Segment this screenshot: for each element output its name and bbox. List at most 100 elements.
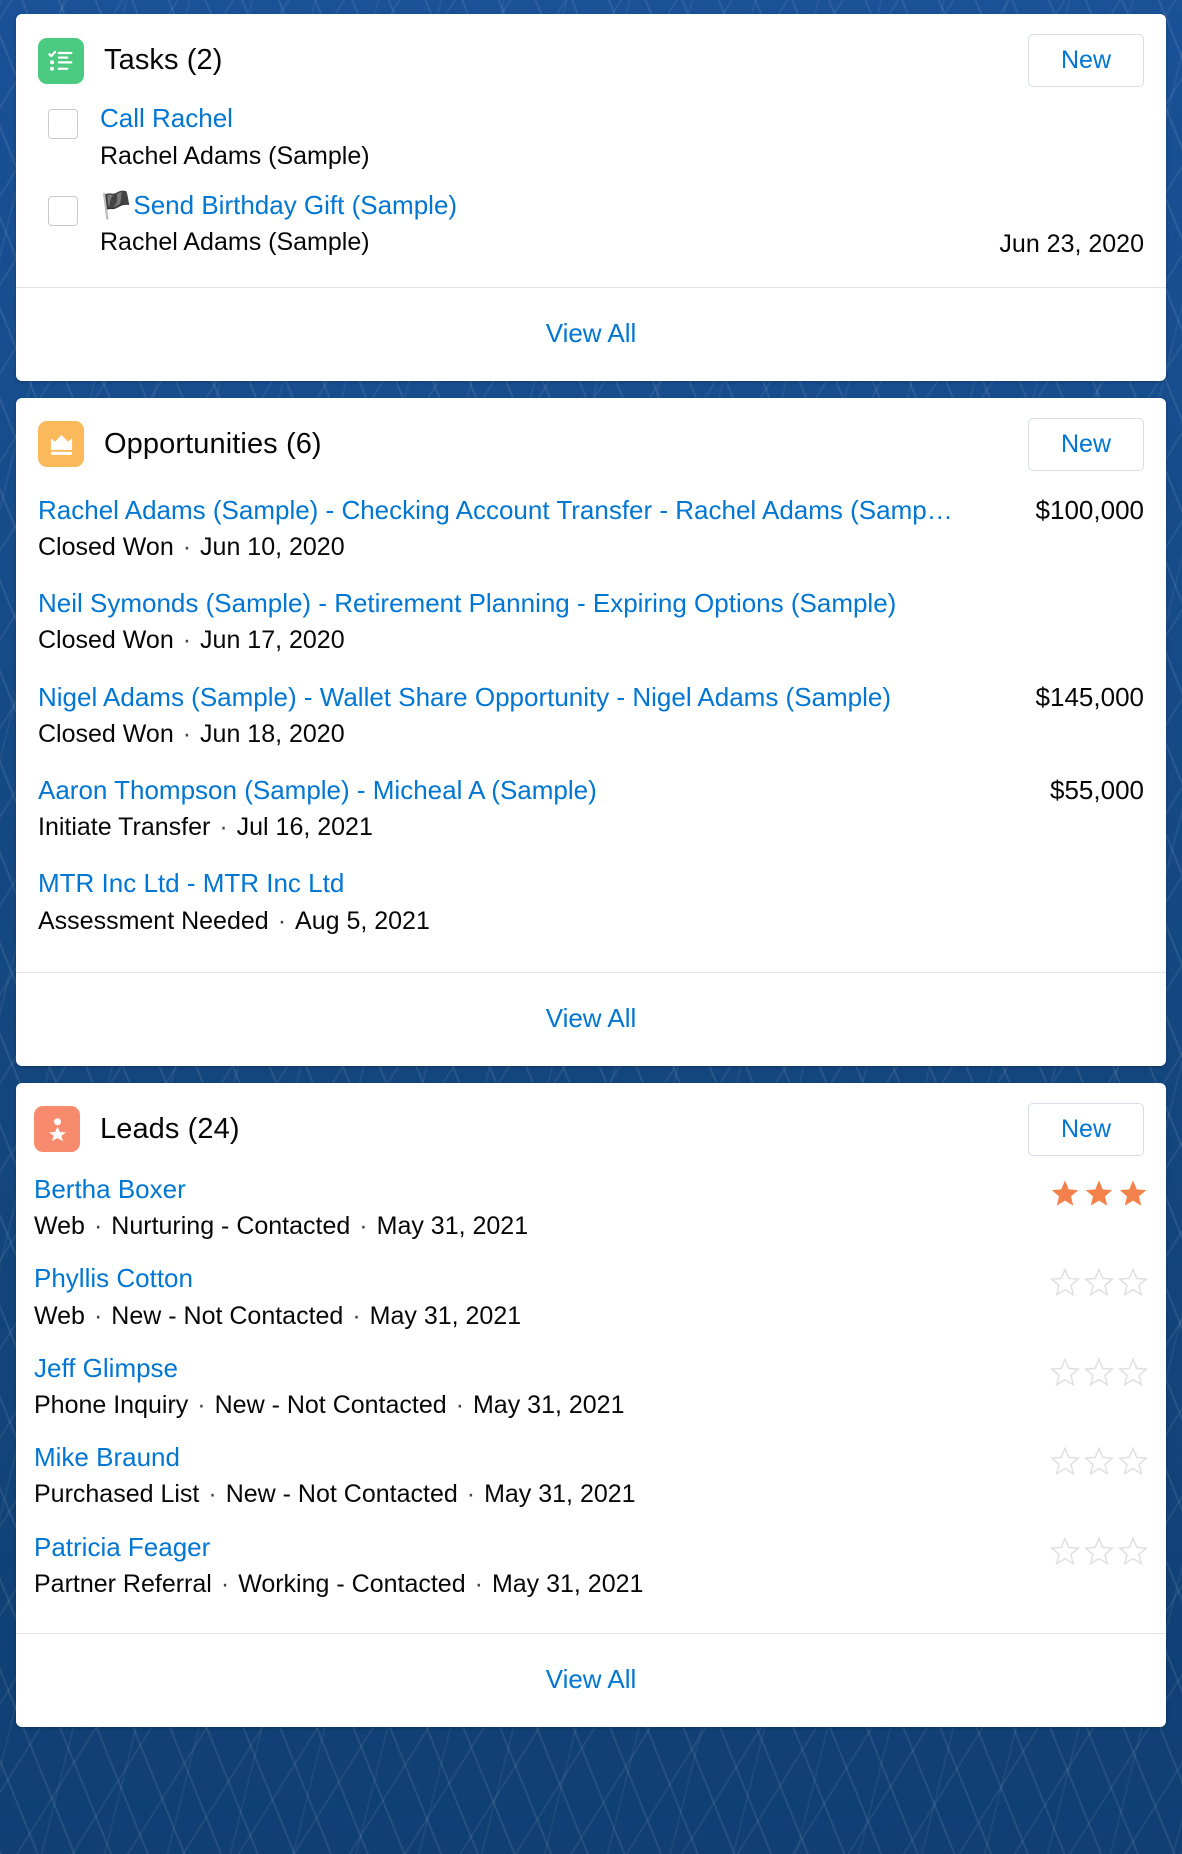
- task-content: 🏴Send Birthday Gift (Sample) Rachel Adam…: [100, 190, 981, 259]
- tasks-card: Tasks (2) New Call Rachel Rachel Adams (…: [16, 14, 1166, 381]
- lead-meta: Purchased List · New - Not Contacted · May 3…: [34, 1479, 1030, 1510]
- meta-separator: ·: [182, 626, 192, 655]
- lead-content: Jeff Glimpse Phone Inquiry · New - Not Con…: [34, 1353, 1030, 1421]
- opportunity-primary-line: Nigel Adams (Sample) - Wallet Share Oppo…: [38, 682, 1144, 713]
- lead-source: Purchased List: [34, 1480, 200, 1509]
- task-title-link[interactable]: 🏴Send Birthday Gift (Sample): [100, 190, 981, 222]
- opportunity-row[interactable]: Neil Symonds (Sample) - Retirement Plann…: [38, 576, 1144, 669]
- opportunity-date: Jun 18, 2020: [200, 719, 345, 748]
- star-icon[interactable]: [1050, 1536, 1080, 1566]
- lead-name-link[interactable]: Patricia Feager: [34, 1532, 1030, 1563]
- tasks-new-button[interactable]: New: [1027, 34, 1144, 87]
- star-icon[interactable]: [1118, 1446, 1148, 1476]
- star-icon[interactable]: [1084, 1536, 1114, 1566]
- lead-rating-stars[interactable]: [1050, 1442, 1148, 1476]
- crown-icon: [38, 421, 84, 468]
- lead-meta: Web · Nurturing - Contacted · May 31, 2021: [34, 1211, 1030, 1242]
- opportunity-row[interactable]: Aaron Thompson (Sample) - Micheal A (Sam…: [38, 763, 1144, 856]
- task-checkbox[interactable]: [48, 109, 78, 139]
- task-subtitle: Rachel Adams (Sample): [100, 228, 370, 257]
- lead-rating-stars[interactable]: [1050, 1174, 1148, 1208]
- leads-list: Bertha Boxer Web · Nurturing - Contacted · M…: [16, 1164, 1166, 1633]
- opportunity-row[interactable]: MTR Inc Ltd - MTR Inc Ltd Assessment Nee…: [38, 856, 1144, 949]
- opportunity-meta: Closed Won · Jun 17, 2020: [38, 625, 1144, 656]
- lead-status: Working - Contacted: [238, 1569, 466, 1598]
- leads-view-all-link[interactable]: View All: [16, 1634, 1166, 1727]
- lead-row[interactable]: Patricia Feager Partner Referral · Working…: [34, 1522, 1148, 1611]
- star-icon[interactable]: [1050, 1357, 1080, 1387]
- opportunity-row[interactable]: Nigel Adams (Sample) - Wallet Share Oppo…: [38, 670, 1144, 763]
- lead-name-link[interactable]: Bertha Boxer: [34, 1174, 1030, 1205]
- opportunity-name-link[interactable]: Aaron Thompson (Sample) - Micheal A (Sam…: [38, 775, 1050, 806]
- opportunity-amount: $145,000: [1035, 681, 1144, 712]
- lead-source: Web: [34, 1212, 85, 1241]
- star-icon[interactable]: [1118, 1536, 1148, 1566]
- opportunity-amount: $55,000: [1050, 775, 1144, 806]
- opportunity-stage: Assessment Needed: [38, 906, 269, 935]
- task-title-link[interactable]: Call Rachel: [100, 103, 1126, 135]
- star-icon[interactable]: [1118, 1357, 1148, 1387]
- opportunity-primary-line: Rachel Adams (Sample) - Checking Account…: [38, 495, 1144, 526]
- opportunities-card: Opportunities (6) New Rachel Adams (Samp…: [16, 397, 1166, 1066]
- lead-content: Phyllis Cotton Web · New - Not Contacted · M…: [34, 1263, 1030, 1331]
- lead-name-link[interactable]: Mike Braund: [34, 1442, 1030, 1473]
- opportunity-primary-line: MTR Inc Ltd - MTR Inc Ltd: [38, 868, 1144, 899]
- star-icon[interactable]: [1084, 1446, 1114, 1476]
- lead-name-link[interactable]: Phyllis Cotton: [34, 1263, 1030, 1294]
- meta-separator: ·: [93, 1212, 103, 1241]
- lead-name-link[interactable]: Jeff Glimpse: [34, 1353, 1030, 1384]
- lead-meta: Phone Inquiry · New - Not Contacted · May 31…: [34, 1390, 1030, 1421]
- task-subtitle: Rachel Adams (Sample): [100, 141, 370, 170]
- opportunity-name-link[interactable]: MTR Inc Ltd - MTR Inc Ltd: [38, 868, 1144, 899]
- lead-row[interactable]: Mike Braund Purchased List · New - Not Con…: [34, 1432, 1148, 1521]
- opportunities-card-title: Opportunities (6): [104, 427, 322, 460]
- lead-status: New - Not Contacted: [225, 1480, 458, 1509]
- star-icon[interactable]: [1084, 1178, 1114, 1208]
- lead-rating-stars[interactable]: [1050, 1353, 1148, 1387]
- lead-rating-stars[interactable]: [1050, 1263, 1148, 1297]
- tasks-list: Call Rachel Rachel Adams (Sample) 🏴Send …: [16, 95, 1166, 287]
- leads-card-title: Leads (24): [100, 1112, 240, 1145]
- lead-date: May 31, 2021: [369, 1301, 522, 1330]
- leads-card: Leads (24) New Bertha Boxer Web · Nurturin…: [16, 1082, 1166, 1728]
- lead-content: Mike Braund Purchased List · New - Not Con…: [34, 1442, 1030, 1510]
- star-icon[interactable]: [1084, 1267, 1114, 1297]
- opportunity-name-link[interactable]: Nigel Adams (Sample) - Wallet Share Oppo…: [38, 682, 1036, 713]
- opportunity-meta: Closed Won · Jun 10, 2020: [38, 532, 1144, 563]
- star-icon[interactable]: [1050, 1446, 1080, 1476]
- opportunity-row[interactable]: Rachel Adams (Sample) - Checking Account…: [38, 483, 1144, 576]
- star-icon[interactable]: [1050, 1267, 1080, 1297]
- lead-source: Phone Inquiry: [34, 1390, 189, 1419]
- star-icon[interactable]: [1118, 1267, 1148, 1297]
- lead-row[interactable]: Phyllis Cotton Web · New - Not Contacted · M…: [34, 1253, 1148, 1342]
- opportunity-date: Jul 16, 2021: [236, 813, 373, 842]
- opportunity-name-link[interactable]: Rachel Adams (Sample) - Checking Account…: [38, 495, 1036, 526]
- lead-rating-stars[interactable]: [1050, 1532, 1148, 1566]
- lead-status: New - Not Contacted: [111, 1301, 344, 1330]
- lead-row[interactable]: Jeff Glimpse Phone Inquiry · New - Not Con…: [34, 1343, 1148, 1432]
- opportunities-new-button[interactable]: New: [1027, 417, 1144, 471]
- lead-meta: Partner Referral · Working - Contacted · May…: [34, 1569, 1030, 1600]
- meta-separator: ·: [208, 1480, 217, 1509]
- opportunity-primary-line: Aaron Thompson (Sample) - Micheal A (Sam…: [38, 775, 1144, 806]
- star-icon[interactable]: [1050, 1178, 1080, 1208]
- meta-separator: ·: [359, 1212, 368, 1241]
- opportunity-name-link[interactable]: Neil Symonds (Sample) - Retirement Plann…: [38, 588, 1144, 619]
- lead-source: Web: [34, 1301, 85, 1330]
- meta-separator: ·: [455, 1390, 464, 1419]
- opportunity-stage: Closed Won: [38, 719, 174, 748]
- lead-row[interactable]: Bertha Boxer Web · Nurturing - Contacted · M…: [34, 1164, 1148, 1253]
- lead-date: May 31, 2021: [491, 1569, 644, 1598]
- task-row[interactable]: 🏴Send Birthday Gift (Sample) Rachel Adam…: [38, 182, 1144, 269]
- star-icon[interactable]: [1118, 1178, 1148, 1208]
- opportunities-card-header: Opportunities (6) New: [16, 398, 1166, 479]
- star-icon[interactable]: [1084, 1357, 1114, 1387]
- task-row[interactable]: Call Rachel Rachel Adams (Sample): [38, 95, 1144, 182]
- opportunity-meta: Assessment Needed · Aug 5, 2021: [38, 906, 1144, 937]
- leads-new-button[interactable]: New: [1027, 1102, 1144, 1156]
- opportunities-view-all-link[interactable]: View All: [16, 973, 1166, 1066]
- opportunity-stage: Closed Won: [38, 532, 174, 561]
- tasks-card-header: Tasks (2) New: [16, 14, 1166, 95]
- tasks-view-all-link[interactable]: View All: [16, 288, 1166, 381]
- task-checkbox[interactable]: [48, 195, 78, 226]
